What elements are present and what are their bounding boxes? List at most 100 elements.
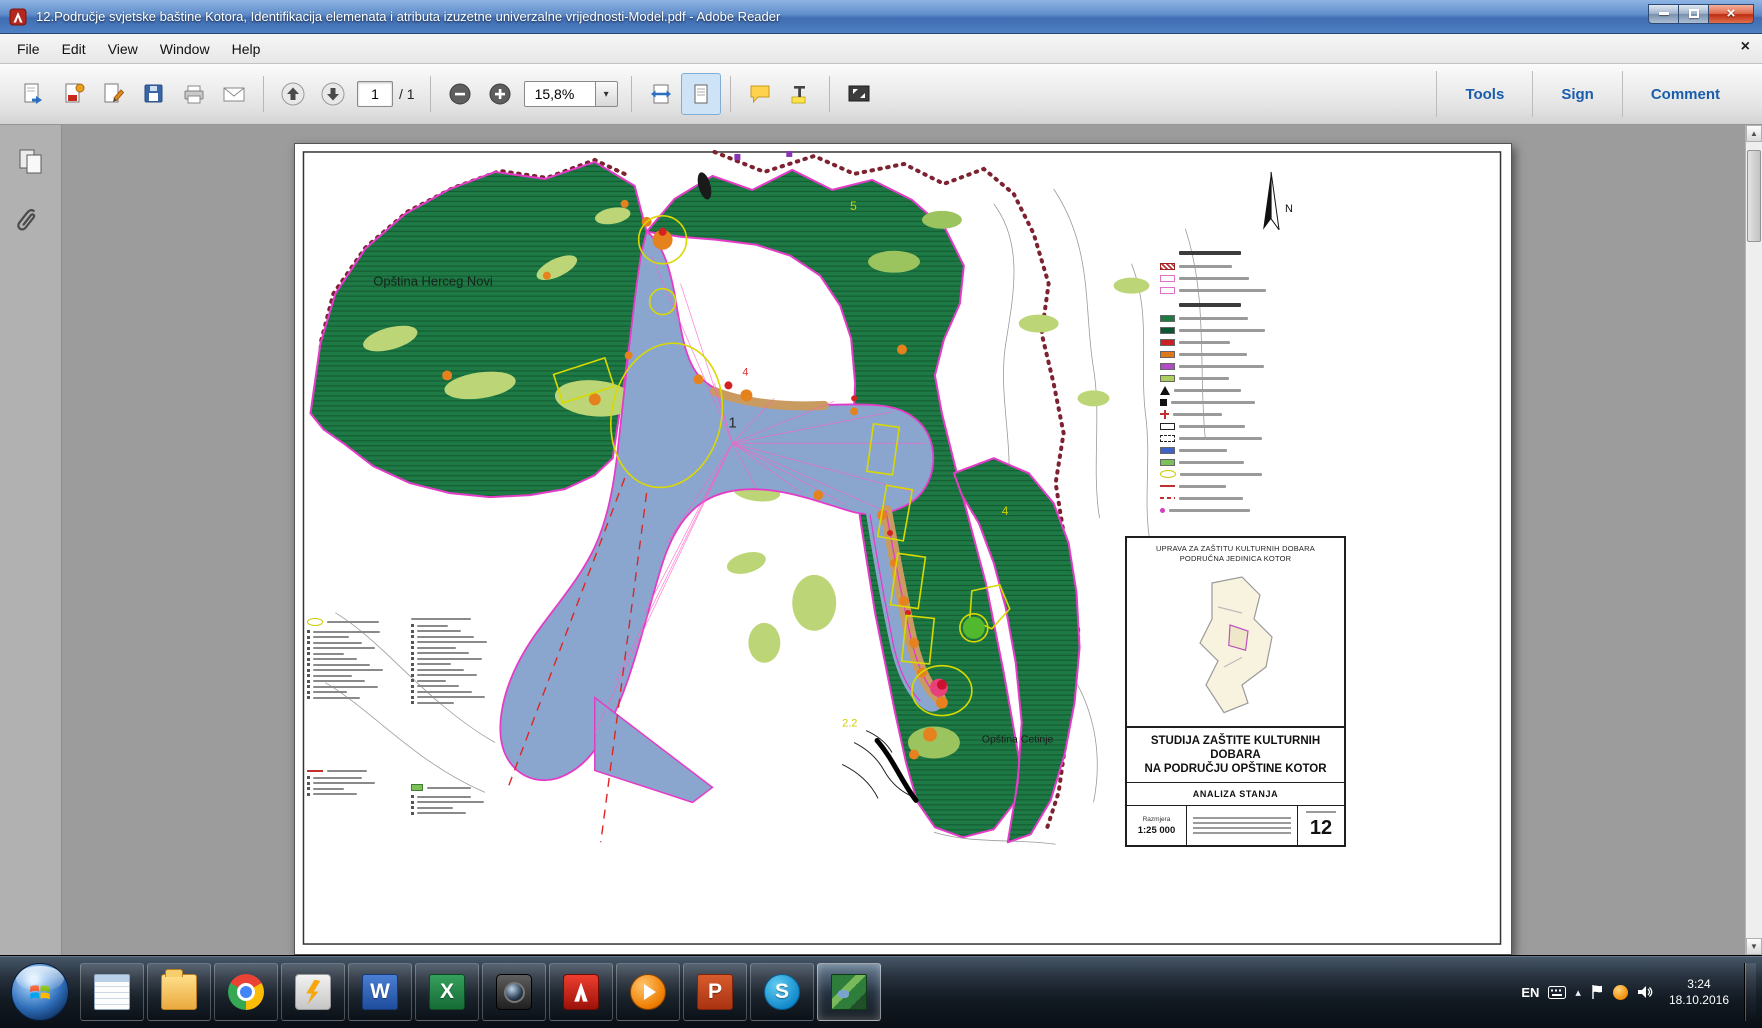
taskbar-excel-button[interactable]: X (415, 963, 479, 1021)
legend-label-bar (1179, 276, 1249, 280)
next-page-button[interactable] (313, 73, 353, 115)
page-thumbnails-button[interactable] (14, 145, 48, 179)
pdf-page: Opština Herceg Novi 1 5 4 2.2 4 Opština … (294, 143, 1512, 955)
legend-row (1160, 456, 1302, 468)
legend-swatch-hatch (1160, 262, 1175, 270)
legend-label-bar (1179, 436, 1262, 440)
legend-label-bar (1179, 484, 1226, 488)
north-label: N (1285, 203, 1293, 215)
taskbar-image-viewer-button[interactable] (817, 963, 881, 1021)
menu-view[interactable]: View (97, 36, 149, 62)
mini-legend-row (307, 668, 403, 672)
fullscreen-button[interactable] (839, 73, 879, 115)
attachments-button[interactable] (14, 207, 48, 241)
page-up-icon (281, 82, 305, 106)
legend-swatch-fill (1160, 458, 1175, 466)
taskbar-winamp-button[interactable] (281, 963, 345, 1021)
toolbar: / 1 15,8% ▾ Tools (0, 64, 1762, 125)
menubar-close-icon[interactable]: × (1741, 38, 1750, 56)
mini-legend-row (307, 652, 403, 655)
window-title: 12.Područje svjetske baštine Kotora, Ide… (36, 9, 781, 24)
legend-label-bar (1169, 508, 1250, 512)
green-zone-marker (962, 616, 985, 639)
create-pdf-button[interactable] (54, 73, 94, 115)
print-button[interactable] (174, 73, 214, 115)
taskbar-word-button[interactable]: W (348, 963, 412, 1021)
legend-swatch-dot (1160, 507, 1165, 513)
page-number-input[interactable] (357, 81, 393, 107)
menu-file[interactable]: File (6, 36, 51, 62)
zoom-out-button[interactable] (440, 73, 480, 115)
notification-icon[interactable] (1612, 984, 1628, 1000)
mini-legend-text-bar (411, 618, 471, 620)
menu-help[interactable]: Help (221, 36, 272, 62)
previous-page-button[interactable] (273, 73, 313, 115)
highlight-text-button[interactable] (780, 73, 820, 115)
sheet-label-bar (1306, 811, 1336, 813)
zoom-out-icon (449, 83, 471, 105)
fit-one-page-button[interactable] (680, 73, 721, 115)
email-button[interactable] (214, 73, 254, 115)
minimize-button[interactable] (1648, 3, 1679, 24)
menubar: File Edit View Window Help × (0, 34, 1762, 64)
mini-legend-row (411, 646, 509, 649)
mini-legend-row (307, 690, 403, 694)
sign-panel-button[interactable]: Sign (1533, 86, 1622, 103)
media-player-icon (630, 974, 666, 1010)
scrollbar-thumb[interactable] (1747, 150, 1761, 242)
taskbar-media-player-button[interactable] (616, 963, 680, 1021)
language-indicator[interactable]: EN (1521, 985, 1539, 1000)
menu-window[interactable]: Window (149, 36, 221, 62)
save-button[interactable] (134, 73, 174, 115)
maximize-button[interactable] (1679, 3, 1708, 24)
taskbar-camera-button[interactable] (482, 963, 546, 1021)
taskbar-chrome-button[interactable] (214, 963, 278, 1021)
zoom-in-button[interactable] (480, 73, 520, 115)
clock[interactable]: 3:24 18.10.2016 (1669, 976, 1729, 1008)
mini-legend-row (307, 679, 403, 683)
tray-expand-icon[interactable]: ▴ (1575, 986, 1581, 999)
legend-swatch-fill (1160, 338, 1175, 346)
open-button[interactable] (14, 73, 54, 115)
image-viewer-icon (831, 974, 867, 1010)
mini-legend-text-bar (327, 770, 367, 772)
taskbar-adobe-reader-button[interactable] (549, 963, 613, 1021)
legend-label-bar (1174, 388, 1241, 392)
mini-legend-row (411, 662, 509, 666)
comment-panel-button[interactable]: Comment (1623, 86, 1748, 103)
taskbar-folder-button[interactable] (147, 963, 211, 1021)
scrollbar-track[interactable] (1746, 142, 1762, 938)
legend-label-bar (1179, 448, 1227, 452)
zoom-level-value[interactable]: 15,8% (523, 81, 596, 107)
mini-legend-row (411, 806, 509, 809)
legend-swatch-line-dash (1160, 497, 1175, 499)
show-desktop-button[interactable] (1744, 963, 1756, 1021)
red-line-symbol (307, 770, 323, 772)
single-page-icon (694, 84, 708, 104)
action-center-flag-icon[interactable] (1590, 984, 1604, 1000)
menu-edit[interactable]: Edit (51, 36, 97, 62)
legend-swatch-fill (1160, 326, 1175, 334)
toolbar-separator (729, 76, 731, 112)
scroll-up-button[interactable]: ▲ (1746, 125, 1762, 142)
legend-row (1160, 432, 1302, 444)
keyboard-icon[interactable] (1548, 985, 1567, 999)
fit-width-button[interactable] (641, 73, 681, 115)
tools-panel-button[interactable]: Tools (1437, 86, 1532, 103)
taskbar-notepad-button[interactable] (80, 963, 144, 1021)
volume-icon[interactable] (1637, 985, 1654, 999)
mini-legend-row (411, 795, 509, 798)
scroll-down-button[interactable]: ▼ (1746, 938, 1762, 955)
map-title-line: STUDIJA ZAŠTITE KULTURNIH DOBARA (1150, 735, 1321, 761)
close-button[interactable]: × (1708, 3, 1754, 24)
document-canvas[interactable]: Opština Herceg Novi 1 5 4 2.2 4 Opština … (62, 125, 1745, 955)
taskbar-skype-button[interactable]: S (750, 963, 814, 1021)
fill-sign-button[interactable] (94, 73, 134, 115)
zoom-dropdown-button[interactable]: ▾ (595, 81, 618, 107)
sticky-note-button[interactable] (740, 73, 780, 115)
zoom-in-icon (489, 83, 511, 105)
legend-row (1160, 408, 1302, 420)
vertical-scrollbar[interactable]: ▲ ▼ (1745, 125, 1762, 955)
taskbar-powerpoint-button[interactable]: P (683, 963, 747, 1021)
start-button[interactable] (11, 963, 69, 1021)
